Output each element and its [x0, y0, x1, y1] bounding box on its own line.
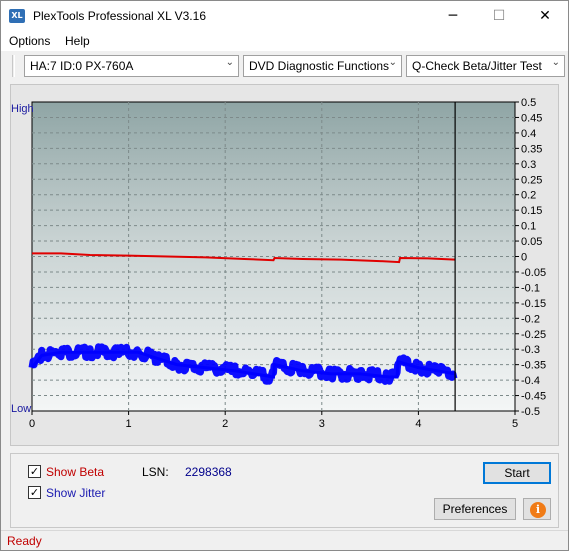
y-tick-label: -0.35	[521, 360, 546, 372]
x-tick-label: 2	[222, 418, 228, 430]
info-button[interactable]: i	[523, 498, 551, 520]
menu-help[interactable]: Help	[65, 34, 90, 48]
menu-bar: Options Help	[1, 31, 568, 51]
lsn-label: LSN:	[142, 465, 169, 479]
y-tick-label: -0.4	[521, 375, 540, 387]
lsn-value: 2298368	[185, 465, 232, 479]
test-select[interactable]: Q-Check Beta/Jitter Test ⌄	[406, 55, 565, 77]
low-label: Low	[11, 403, 31, 415]
x-tick-labels: 0 1 2 3 4 5	[29, 411, 518, 430]
beta-jitter-chart: High Low 0.50.450.40.350.30.250.20.150.1…	[11, 97, 546, 430]
status-bar: Ready	[1, 530, 568, 550]
high-label: High	[11, 103, 34, 115]
y-tick-label: -0.15	[521, 298, 546, 310]
chevron-down-icon: ⌄	[225, 57, 234, 68]
y-tick-label: -0.3	[521, 344, 540, 356]
y-tick-label: 0.05	[521, 236, 542, 248]
show-beta-checkbox[interactable]: ✓	[28, 465, 41, 478]
minimize-button[interactable]: ─	[430, 1, 476, 31]
x-tick-label: 4	[415, 418, 421, 430]
y-tick-label: -0.1	[521, 282, 540, 294]
y-tick-label: -0.45	[521, 391, 546, 403]
y-tick-labels: 0.5 0.45 0.4 0.35 0.3 0.25 0.2 0.15 0.1 0.05 0 -0.0…	[515, 97, 546, 418]
menu-options[interactable]: Options	[9, 34, 50, 48]
x-tick-label: 0	[29, 418, 35, 430]
x-tick-label: 5	[512, 418, 518, 430]
function-select[interactable]: DVD Diagnostic Functions ⌄	[243, 55, 402, 77]
x-tick-label: 1	[126, 418, 132, 430]
show-beta-label[interactable]: Show Beta	[46, 465, 104, 479]
menu-help-label: Help	[65, 34, 90, 48]
y-tick-label: 0	[521, 252, 527, 264]
y-tick-label: 0.25	[521, 174, 542, 186]
preferences-button[interactable]: Preferences	[434, 498, 516, 520]
function-select-value: DVD Diagnostic Functions	[249, 59, 390, 73]
info-icon: i	[530, 502, 546, 518]
chevron-down-icon: ⌄	[388, 57, 397, 68]
toolbar: HA:7 ID:0 PX-760A ⌄ DVD Diagnostic Funct…	[1, 51, 568, 81]
y-tick-label: 0.1	[521, 221, 536, 233]
main-window: XL PlexTools Professional XL V3.16 ─ ☐ ✕…	[0, 0, 569, 551]
drive-select-value: HA:7 ID:0 PX-760A	[30, 59, 134, 73]
y-tick-label: -0.05	[521, 267, 546, 279]
show-jitter-label[interactable]: Show Jitter	[46, 486, 105, 500]
test-select-value: Q-Check Beta/Jitter Test	[412, 59, 542, 73]
app-logo-icon: XL	[9, 9, 25, 23]
y-tick-label: -0.2	[521, 313, 540, 325]
y-tick-label: 0.4	[521, 128, 536, 140]
start-button[interactable]: Start	[483, 462, 551, 484]
chevron-down-icon: ⌄	[551, 57, 560, 68]
y-tick-label: 0.15	[521, 205, 542, 217]
show-jitter-checkbox[interactable]: ✓	[28, 486, 41, 499]
menu-options-label: Options	[9, 34, 51, 48]
drive-select[interactable]: HA:7 ID:0 PX-760A ⌄	[24, 55, 239, 77]
y-tick-label: 0.2	[521, 190, 536, 202]
x-tick-label: 3	[319, 418, 325, 430]
toolbar-grip	[12, 55, 15, 77]
status-text: Ready	[7, 534, 42, 548]
maximize-button[interactable]: ☐	[476, 1, 522, 31]
y-tick-label: 0.35	[521, 143, 542, 155]
y-tick-label: -0.5	[521, 406, 540, 418]
title-bar[interactable]: XL PlexTools Professional XL V3.16 ─ ☐ ✕	[1, 1, 568, 31]
y-tick-label: 0.45	[521, 112, 542, 124]
chart-panel: High Low 0.5 0.45 0.4 0.35 0.3 0.25 0.2 0.15 0.1…	[10, 84, 559, 446]
window-title: PlexTools Professional XL V3.16	[33, 9, 206, 23]
y-tick-label: 0.5	[521, 97, 536, 109]
controls-panel: ✓ Show Beta ✓ Show Jitter LSN: 2298368 S…	[10, 453, 559, 528]
close-button[interactable]: ✕	[522, 1, 568, 31]
y-tick-label: -0.25	[521, 329, 546, 341]
y-tick-label: 0.3	[521, 159, 536, 171]
